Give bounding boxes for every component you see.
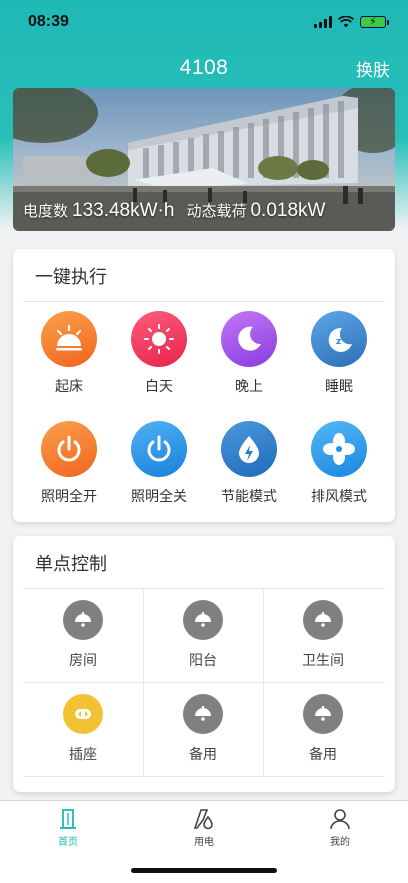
control-spare-2[interactable]: 备用 (263, 694, 383, 764)
sunrise-icon (41, 311, 97, 367)
grid-divider (23, 682, 385, 683)
socket-icon (63, 694, 103, 734)
grid-divider (23, 776, 385, 777)
single-control-card: 单点控制 房间 阳台 卫生间 插座 备用 备用 (13, 536, 395, 792)
svg-text:z: z (341, 333, 345, 341)
quick-action-sleep[interactable]: z z 睡眠 (294, 311, 384, 396)
control-label: 插座 (69, 747, 97, 763)
energy-label: 电度数 (23, 202, 69, 220)
home-indicator (131, 868, 277, 873)
status-time: 08:39 (28, 13, 69, 30)
change-skin-button[interactable]: 换肤 (356, 56, 390, 81)
building-banner: 电度数 133.48kW·h 动态载荷 0.018kW (13, 88, 395, 231)
control-balcony[interactable]: 阳台 (143, 600, 263, 670)
control-label: 卫生间 (302, 653, 344, 669)
battery-icon: ⚡ (360, 15, 389, 28)
fan-icon (311, 421, 367, 477)
sun-icon (131, 311, 187, 367)
control-room[interactable]: 房间 (23, 600, 143, 670)
load-value: 0.018kW (250, 200, 326, 221)
divider (23, 588, 385, 589)
quick-action-label: 白天 (145, 379, 173, 395)
tab-electricity[interactable]: 用电 (164, 807, 244, 848)
quick-action-lights-off[interactable]: 照明全关 (114, 421, 204, 506)
quick-action-label: 排风模式 (311, 489, 367, 505)
quick-action-label: 节能模式 (221, 489, 277, 505)
power-off-icon (131, 421, 187, 477)
control-bathroom[interactable]: 卫生间 (263, 600, 383, 670)
status-bar: 08:39 ⚡ (0, 0, 408, 44)
quick-action-label: 照明全关 (131, 489, 187, 505)
wifi-icon (338, 16, 354, 28)
page-title: 4108 (179, 56, 229, 79)
tab-home[interactable]: 首页 (28, 807, 108, 848)
quick-action-label: 睡眠 (325, 379, 353, 395)
energy-saving-icon (221, 421, 277, 477)
energy-value: 133.48kW·h (72, 200, 175, 221)
control-socket[interactable]: 插座 (23, 694, 143, 764)
quick-actions-card: 一键执行 起床 白天 晚上 z z 睡眠 照明全开 照明全关 节能模式 排风模式 (13, 249, 395, 522)
bulb-icon (183, 600, 223, 640)
quick-action-daytime[interactable]: 白天 (114, 311, 204, 396)
banner-stats: 电度数 133.48kW·h 动态载荷 0.018kW (23, 200, 385, 222)
electricity-icon (193, 809, 213, 830)
quick-action-lights-on[interactable]: 照明全开 (24, 421, 114, 506)
bulb-icon (63, 600, 103, 640)
control-label: 房间 (69, 653, 97, 669)
cellular-signal-icon (314, 16, 332, 28)
divider (23, 301, 385, 302)
tab-label: 用电 (194, 837, 214, 848)
tab-profile[interactable]: 我的 (300, 807, 380, 848)
quick-actions-title: 一键执行 (35, 267, 107, 288)
control-label: 备用 (189, 747, 217, 763)
tab-label: 我的 (330, 837, 350, 848)
control-label: 阳台 (189, 653, 217, 669)
control-label: 备用 (309, 747, 337, 763)
sleep-icon: z z (311, 311, 367, 367)
person-icon (330, 809, 350, 830)
nav-bar: 4108 换肤 (0, 48, 408, 88)
bulb-icon (303, 694, 343, 734)
single-control-title: 单点控制 (35, 554, 107, 575)
control-spare-1[interactable]: 备用 (143, 694, 263, 764)
tab-label: 首页 (58, 837, 78, 848)
quick-action-wakeup[interactable]: 起床 (24, 311, 114, 396)
quick-action-ventilation[interactable]: 排风模式 (294, 421, 384, 506)
quick-action-night[interactable]: 晚上 (204, 311, 294, 396)
moon-icon (221, 311, 277, 367)
quick-action-label: 起床 (55, 379, 83, 395)
quick-action-label: 晚上 (235, 379, 263, 395)
load-label: 动态载荷 (186, 202, 247, 220)
quick-action-label: 照明全开 (41, 489, 97, 505)
building-icon (60, 809, 76, 829)
bulb-icon (183, 694, 223, 734)
bulb-icon (303, 600, 343, 640)
quick-action-energy-saving[interactable]: 节能模式 (204, 421, 294, 506)
power-on-icon (41, 421, 97, 477)
status-icons: ⚡ (314, 15, 389, 28)
